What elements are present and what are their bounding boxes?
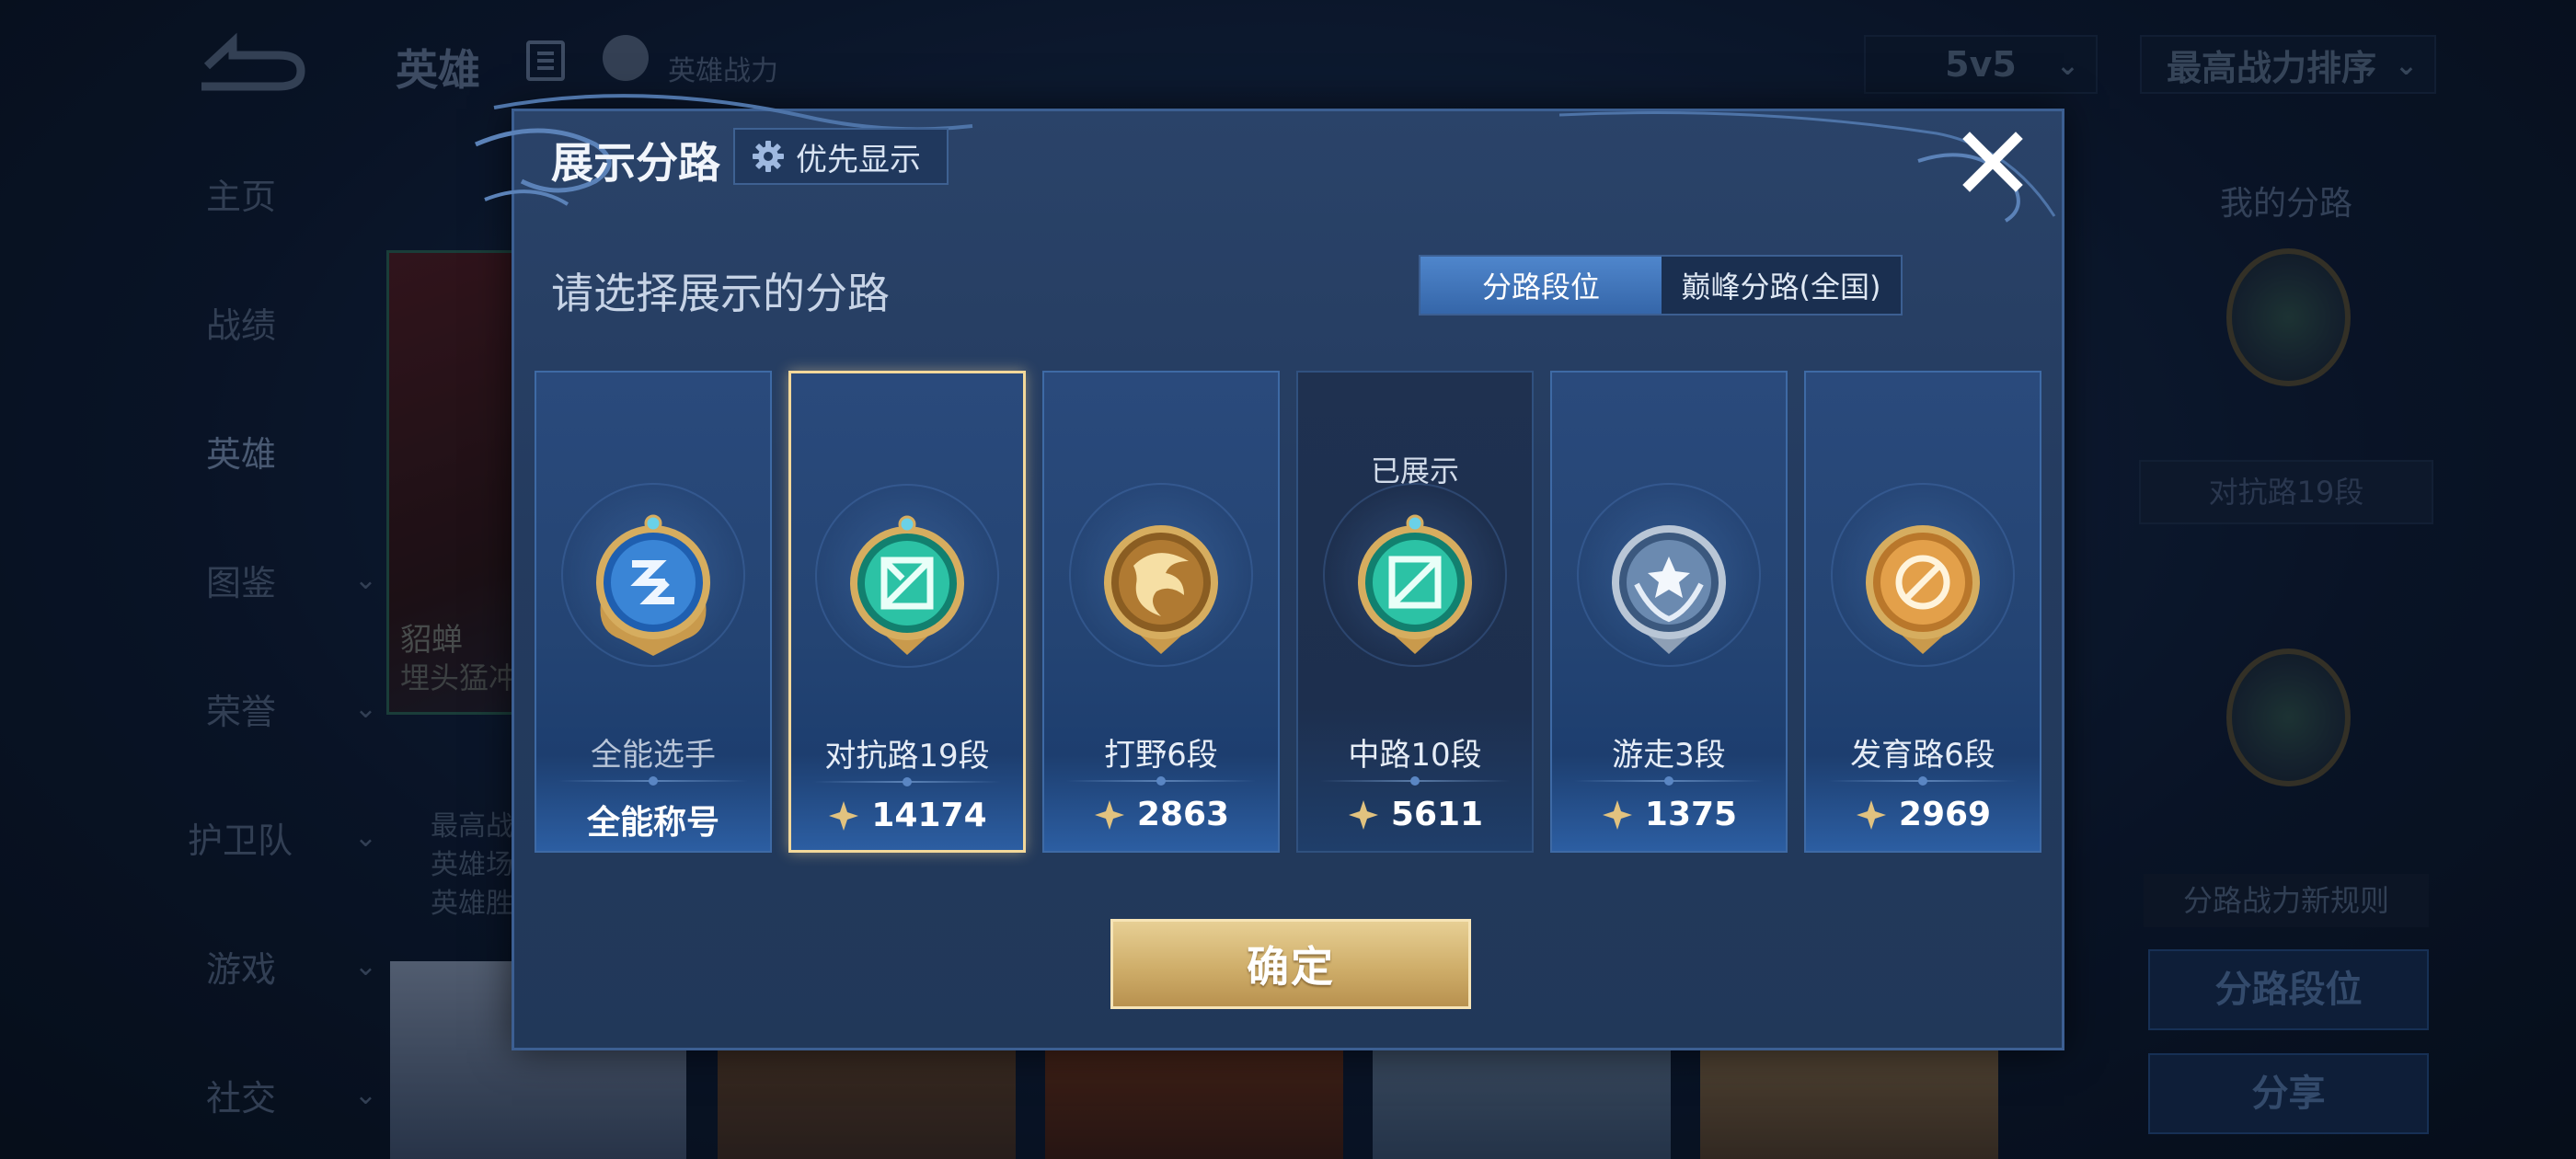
lane-score-value: 2863 [1136,796,1230,833]
farm-lane-badge-icon [1866,525,1980,654]
lane-score-value: 1375 [1644,796,1738,833]
mid-lane-badge-icon [1358,514,1472,654]
power-icon [1856,799,1886,830]
close-icon[interactable] [1961,130,2025,194]
divider [558,776,748,786]
lane-card-mid[interactable]: 已展示 中路10段 5611 [1296,371,1534,853]
lane-card-farm[interactable]: 发育路6段 2969 [1804,371,2041,853]
lane-card-allround[interactable]: 全能选手 全能称号 [535,371,772,853]
power-icon [1602,799,1632,830]
power-icon [1094,799,1124,830]
modal-subtitle: 请选择展示的分路 [551,269,890,318]
clash-lane-badge-icon [850,515,964,655]
tab-peak-lane-national[interactable]: 巅峰分路(全国) [1662,257,1901,314]
lane-rank-label: 游走3段 [1612,737,1726,774]
divider [1320,776,1510,786]
modal-title: 展示分路 [551,138,720,188]
lane-card-roam[interactable]: 游走3段 1375 [1550,371,1788,853]
gear-icon [753,141,784,172]
divider [813,777,1001,786]
lane-score: 1375 [1552,796,1786,833]
lane-rank-label: 发育路6段 [1850,737,1995,774]
lane-score: 全能称号 [536,796,770,843]
priority-display-label: 优先显示 [796,141,921,178]
divider [1066,776,1256,786]
lane-score: 2969 [1806,796,2040,833]
lane-rank-label: 全能选手 [591,737,716,774]
lane-tab-switch: 分路段位 巅峰分路(全国) [1419,255,1903,316]
lane-rank-label: 打野6段 [1104,737,1218,774]
lane-score-value: 5611 [1390,796,1484,833]
power-icon [829,800,859,831]
confirm-button[interactable]: 确定 [1110,919,1471,1009]
allround-badge-icon [596,514,710,656]
lane-score: 14174 [791,797,1023,834]
lane-score-value: 全能称号 [586,804,719,842]
lane-score-value: 14174 [871,797,987,834]
roam-badge-icon [1612,525,1726,654]
display-lane-modal: 展示分路 优先显示 请选择展示的分路 分路段位 巅峰分路(全国) 全能选手 全能… [475,94,2064,1050]
divider [1828,776,2018,786]
lane-card-list: 全能选手 全能称号 对抗路19段 14174 打野6段 2863 已展示 中路1… [535,371,2043,858]
lane-card-jungle[interactable]: 打野6段 2863 [1042,371,1280,853]
lane-rank-label: 对抗路19段 [824,738,990,775]
tab-lane-rank[interactable]: 分路段位 [1420,257,1662,314]
lane-rank-label: 中路10段 [1348,737,1482,774]
priority-display-button[interactable]: 优先显示 [733,128,949,185]
lane-score: 2863 [1044,796,1278,833]
divider [1574,776,1764,786]
power-icon [1348,799,1378,830]
lane-score-value: 2969 [1898,796,1992,833]
lane-score: 5611 [1298,796,1532,833]
jungle-badge-icon [1104,525,1218,654]
lane-card-clash[interactable]: 对抗路19段 14174 [788,371,1026,853]
